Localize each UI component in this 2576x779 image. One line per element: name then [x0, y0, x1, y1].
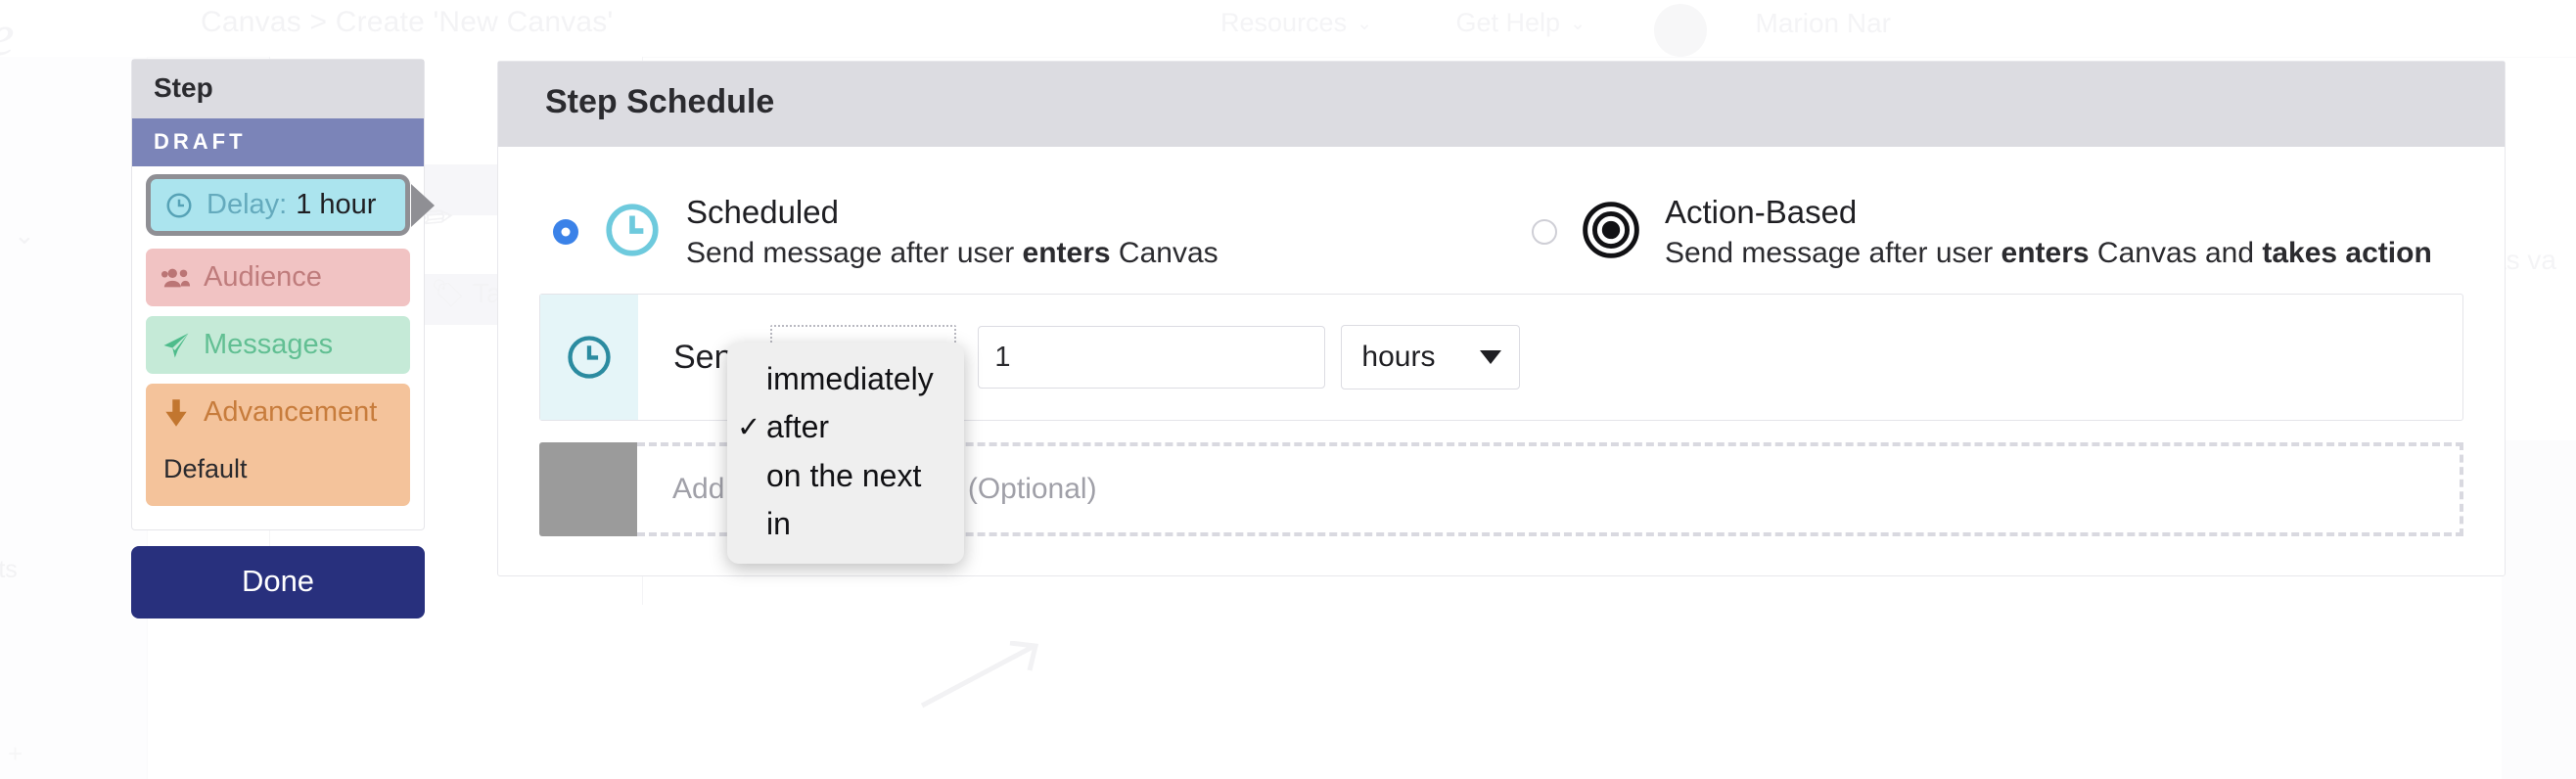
step-chip-advancement-label: Advancement	[204, 396, 377, 429]
radio-scheduled-title: Scheduled	[686, 194, 1219, 232]
nav-get-help-label: Get Help	[1456, 8, 1561, 37]
connector-arrow-icon	[920, 641, 1047, 710]
clock-icon	[540, 295, 638, 420]
radio-scheduled-input[interactable]	[553, 219, 578, 245]
left-rail	[0, 57, 148, 779]
step-chip-messages-label: Messages	[204, 329, 333, 361]
dropdown-item-on-the-next[interactable]: on the next	[727, 452, 964, 500]
add-icon: +	[8, 739, 23, 769]
sub-pre: Send message after user	[686, 237, 1023, 269]
check-icon: ✓	[737, 408, 766, 448]
step-chip-advancement-row: Advancement	[161, 396, 377, 429]
modal-title: Step Schedule	[498, 62, 2505, 147]
dropdown-item-label: after	[766, 405, 954, 449]
radio-option-action-based[interactable]: Action-Based Send message after user ent…	[1532, 194, 2432, 270]
drag-handle[interactable]	[539, 442, 637, 536]
step-chip-advancement[interactable]: Advancement Default	[146, 384, 410, 506]
right-strip	[2502, 440, 2576, 779]
arrow-down-icon	[161, 398, 191, 428]
step-panel-body: Delay: 1 hour Audience Messages	[132, 166, 424, 529]
radio-action-based-title: Action-Based	[1665, 194, 2432, 232]
chevron-down-icon	[1480, 350, 1501, 364]
radio-scheduled-text: Scheduled Send message after user enters…	[686, 194, 1219, 270]
status-badge: DRAFT	[132, 118, 424, 166]
dropdown-item-after[interactable]: ✓ after	[727, 403, 964, 451]
dropdown-item-in[interactable]: in	[727, 500, 964, 548]
step-chip-messages[interactable]: Messages	[146, 316, 410, 374]
timing-dropdown-menu[interactable]: immediately ✓ after on the next in	[727, 343, 964, 564]
nav-get-help: Get Help ⌄	[1456, 8, 1586, 38]
sub-bold-2: takes action	[2262, 237, 2431, 269]
delay-amount-input[interactable]	[978, 326, 1325, 389]
radio-action-based-subtitle: Send message after user enters Canvas an…	[1665, 236, 2432, 270]
rail-label: rts	[0, 556, 18, 584]
radio-scheduled-subtitle: Send message after user enters Canvas	[686, 236, 1219, 270]
delay-unit-value: hours	[1361, 341, 1435, 374]
done-button[interactable]: Done	[131, 546, 425, 619]
nav-resources: Resources ⌄	[1220, 8, 1372, 38]
nav-resources-label: Resources	[1220, 8, 1347, 37]
breadcrumb: Canvas > Create 'New Canvas'	[201, 6, 613, 39]
clock-icon	[164, 191, 194, 220]
dropdown-item-label: on the next	[766, 454, 954, 498]
step-chip-delay[interactable]: Delay: 1 hour	[146, 174, 410, 236]
radio-action-based-input[interactable]	[1532, 219, 1557, 245]
radio-option-scheduled[interactable]: Scheduled Send message after user enters…	[539, 194, 1532, 270]
sub-post: Canvas	[1111, 237, 1219, 269]
dropdown-item-label: immediately	[766, 357, 954, 401]
chevron-down-icon: ⌄	[1570, 14, 1586, 34]
step-chip-advancement-value: Default	[163, 454, 248, 484]
clock-icon	[602, 200, 663, 265]
sub-bold: enters	[1023, 237, 1111, 269]
users-icon	[161, 263, 191, 293]
step-chip-audience[interactable]: Audience	[146, 249, 410, 306]
step-chip-delay-value: 1 hour	[296, 189, 376, 221]
step-panel-title: Step	[132, 60, 424, 118]
dropdown-item-immediately[interactable]: immediately	[727, 355, 964, 403]
rail-chevron-icon: ⌄	[14, 220, 35, 251]
schedule-type-radio-group: Scheduled Send message after user enters…	[539, 176, 2463, 294]
step-panel: Step DRAFT Delay: 1 hour Audience	[131, 59, 425, 530]
chevron-down-icon: ⌄	[1357, 14, 1372, 34]
target-icon	[1581, 200, 1641, 265]
sub-mid: Canvas and	[2090, 237, 2263, 269]
step-chip-delay-label: Delay:	[207, 189, 287, 221]
avatar	[1654, 4, 1707, 57]
radio-action-based-text: Action-Based Send message after user ent…	[1665, 194, 2432, 270]
chip-pointer-icon	[411, 184, 435, 227]
sub-pre: Send message after user	[1665, 237, 2001, 269]
sub-bold: enters	[2001, 237, 2090, 269]
delay-unit-select[interactable]: hours	[1341, 325, 1520, 390]
user-name: Marion Nar	[1756, 8, 1891, 39]
step-chip-audience-label: Audience	[204, 261, 322, 294]
paper-plane-icon	[161, 331, 191, 360]
dropdown-item-label: in	[766, 502, 954, 546]
